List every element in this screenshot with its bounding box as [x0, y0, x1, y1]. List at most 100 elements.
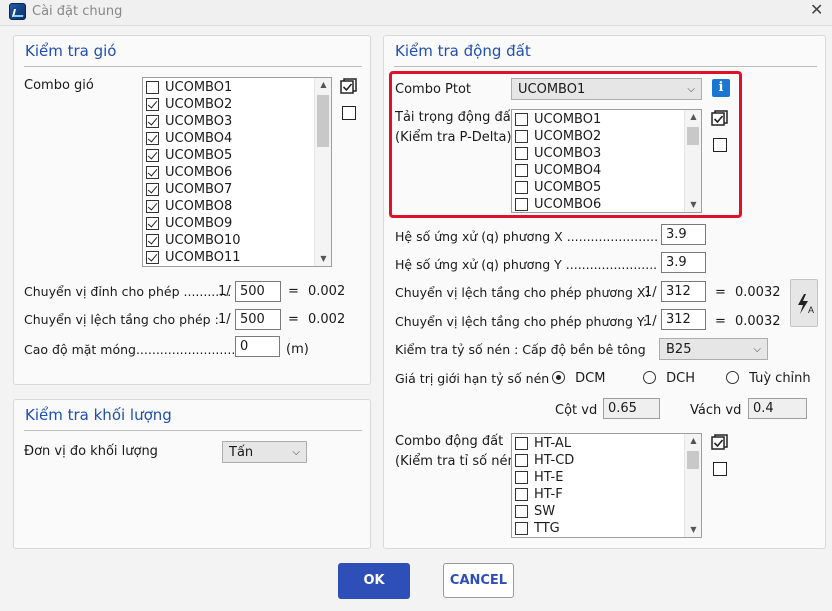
list-item[interactable]: UCOMBO1: [146, 79, 232, 96]
info-icon[interactable]: i: [712, 79, 730, 97]
wind-title-divider: [24, 66, 362, 67]
list-item[interactable]: UCOMBO2: [146, 96, 232, 113]
radio-dch[interactable]: DCH: [643, 371, 695, 386]
checkbox[interactable]: [515, 471, 528, 484]
drifty-input[interactable]: 312: [661, 309, 706, 330]
list-item[interactable]: UCOMBO3: [515, 145, 601, 162]
list-item[interactable]: UCOMBO4: [515, 162, 601, 179]
uncheck-all-icon[interactable]: [342, 106, 356, 120]
quake-combo-list[interactable]: HT-AL HT-CD HT-E HT-F SW TTG ▲ ▼: [511, 433, 702, 538]
drift-label: Chuyển vị lệch tầng cho phép :: [24, 312, 219, 327]
checkbox[interactable]: [515, 454, 528, 467]
driftx-input[interactable]: 312: [661, 281, 706, 302]
check-all-icon[interactable]: [711, 110, 728, 127]
radio-custom-dot[interactable]: [726, 371, 739, 384]
checkbox[interactable]: [146, 81, 159, 94]
list-item[interactable]: UCOMBO3: [146, 113, 232, 130]
list-item[interactable]: UCOMBO8: [146, 198, 232, 215]
radio-dcm-dot[interactable]: [552, 371, 565, 384]
check-all-icon[interactable]: [711, 434, 728, 451]
foundation-input[interactable]: 0: [235, 336, 280, 357]
checkbox[interactable]: [146, 166, 159, 179]
scroll-down-icon[interactable]: ▼: [685, 523, 701, 537]
load-combo-list[interactable]: UCOMBO1 UCOMBO2 UCOMBO3 UCOMBO4 UCOMBO5 UCOMB…: [511, 109, 702, 213]
checkbox[interactable]: [515, 198, 528, 211]
checkbox[interactable]: [146, 132, 159, 145]
load-list-scrollbar[interactable]: ▲ ▼: [684, 110, 701, 212]
checkbox[interactable]: [515, 488, 528, 501]
ptot-select[interactable]: UCOMBO1 ⌵: [511, 78, 702, 100]
drift-input[interactable]: 500: [235, 309, 281, 330]
list-item[interactable]: UCOMBO5: [146, 147, 232, 164]
checkbox[interactable]: [146, 183, 159, 196]
list-item-label: HT-E: [534, 470, 564, 485]
cancel-button[interactable]: CANCEL: [443, 563, 514, 598]
list-item-label: UCOMBO8: [165, 199, 233, 214]
mass-unit-select[interactable]: Tấn ⌵: [222, 441, 307, 463]
checkbox[interactable]: [515, 437, 528, 450]
list-item[interactable]: UCOMBO2: [515, 128, 601, 145]
ptot-value: UCOMBO1: [518, 81, 586, 97]
checkbox[interactable]: [146, 200, 159, 213]
checkbox[interactable]: [146, 234, 159, 247]
scroll-thumb[interactable]: [687, 127, 699, 145]
checkbox[interactable]: [146, 115, 159, 128]
wall-input[interactable]: 0.4: [748, 398, 807, 419]
checkbox[interactable]: [146, 98, 159, 111]
scroll-up-icon[interactable]: ▲: [685, 110, 701, 124]
wind-combo-list[interactable]: UCOMBO1 UCOMBO2 UCOMBO3 UCOMBO4 UCOMBO5 UCOMB…: [142, 77, 332, 267]
uncheck-all-icon[interactable]: [713, 462, 727, 476]
list-item[interactable]: UCOMBO1: [515, 111, 601, 128]
foundation-unit: (m): [286, 342, 309, 357]
qx-label: Hệ số ứng xử (q) phương X ..............…: [395, 229, 657, 244]
list-item[interactable]: SW: [515, 503, 555, 520]
top-disp-input[interactable]: 500: [235, 281, 281, 302]
list-item[interactable]: HT-E: [515, 469, 563, 486]
checkbox[interactable]: [146, 217, 159, 230]
radio-dch-label: DCH: [666, 371, 696, 386]
col-input[interactable]: 0.65: [603, 398, 660, 419]
uncheck-all-icon[interactable]: [713, 138, 727, 152]
list-item-label: UCOMBO9: [165, 216, 233, 231]
scroll-thumb[interactable]: [687, 451, 699, 469]
checkbox[interactable]: [515, 505, 528, 518]
list-item[interactable]: UCOMBO9: [146, 215, 232, 232]
list-item[interactable]: UCOMBO6: [515, 196, 601, 212]
scroll-thumb[interactable]: [317, 95, 329, 147]
checkbox[interactable]: [515, 130, 528, 143]
radio-custom[interactable]: Tuỳ chỉnh: [726, 371, 811, 386]
list-item[interactable]: TTG: [515, 520, 560, 537]
radio-dcm[interactable]: DCM: [552, 371, 605, 386]
list-item[interactable]: UCOMBO7: [146, 181, 232, 198]
close-icon[interactable]: ✕: [810, 0, 823, 19]
checkbox[interactable]: [146, 251, 159, 264]
qx-input[interactable]: 3.9: [661, 224, 706, 245]
checkbox[interactable]: [515, 522, 528, 535]
concrete-select[interactable]: B25 ⌵: [659, 338, 768, 360]
radio-dch-dot[interactable]: [643, 371, 656, 384]
checkbox[interactable]: [515, 147, 528, 160]
list-item-label: UCOMBO6: [165, 165, 233, 180]
scroll-down-icon[interactable]: ▼: [685, 198, 701, 212]
list-item[interactable]: UCOMBO6: [146, 164, 232, 181]
checkbox[interactable]: [515, 164, 528, 177]
check-all-icon[interactable]: [340, 78, 357, 95]
list-item[interactable]: HT-F: [515, 486, 563, 503]
list-item[interactable]: UCOMBO11: [146, 249, 241, 266]
checkbox[interactable]: [515, 181, 528, 194]
ok-button[interactable]: OK: [338, 563, 410, 599]
checkbox[interactable]: [515, 113, 528, 126]
qy-input[interactable]: 3.9: [661, 252, 706, 273]
list-item[interactable]: HT-AL: [515, 435, 571, 452]
list-item[interactable]: UCOMBO10: [146, 232, 241, 249]
scroll-down-icon[interactable]: ▼: [315, 252, 331, 266]
scroll-up-icon[interactable]: ▲: [685, 434, 701, 448]
wind-list-scrollbar[interactable]: ▲ ▼: [314, 78, 331, 266]
list-item[interactable]: UCOMBO5: [515, 179, 601, 196]
quake-list-scrollbar[interactable]: ▲ ▼: [684, 434, 701, 537]
list-item[interactable]: UCOMBO4: [146, 130, 232, 147]
checkbox[interactable]: [146, 149, 159, 162]
scroll-up-icon[interactable]: ▲: [315, 78, 331, 92]
auto-calc-button[interactable]: A: [790, 279, 818, 327]
list-item[interactable]: HT-CD: [515, 452, 574, 469]
